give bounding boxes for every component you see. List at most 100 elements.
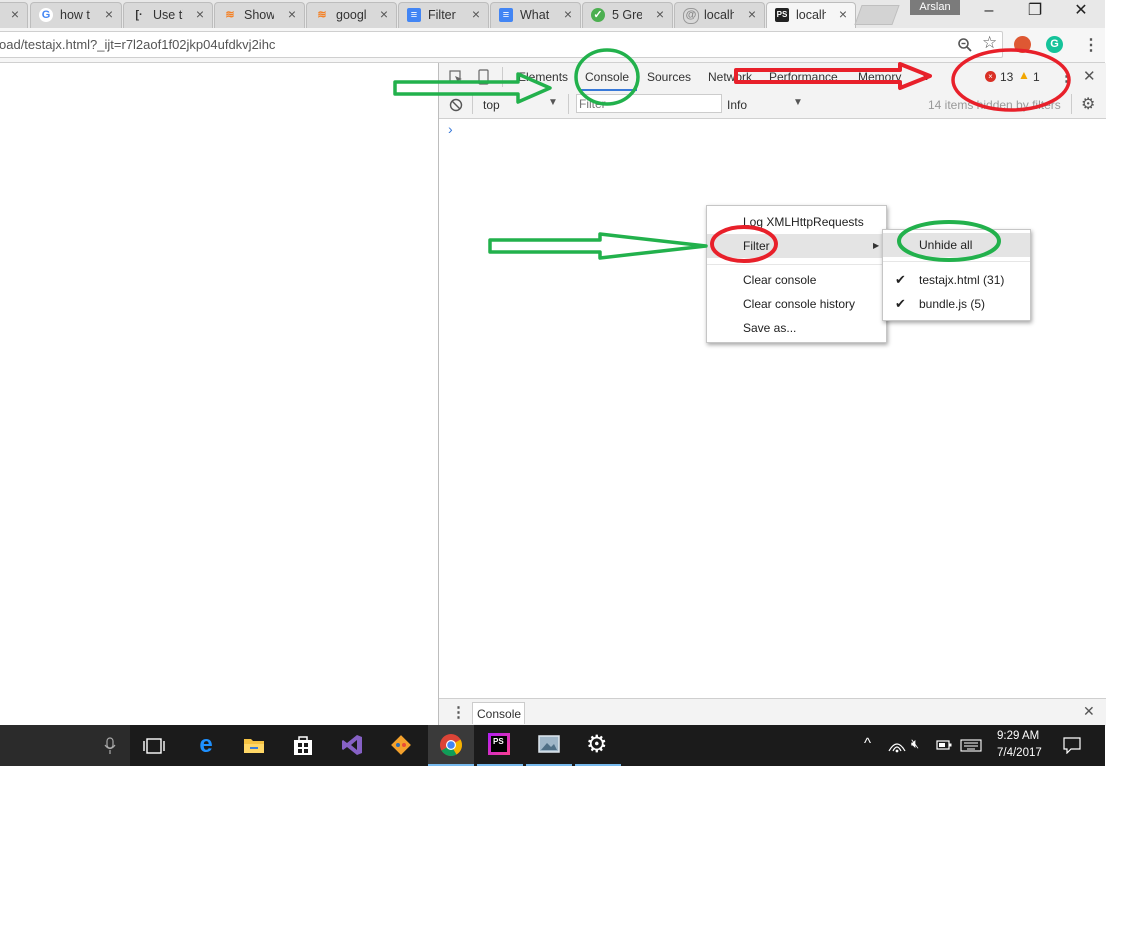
menu-item-label: testajx.html (31): [919, 273, 1005, 287]
close-icon[interactable]: ×: [472, 6, 480, 22]
zoom-icon[interactable]: [957, 37, 973, 53]
console-prompt[interactable]: ›: [448, 121, 453, 137]
context-select[interactable]: top: [483, 98, 500, 112]
tab-title: 5 Gre: [612, 8, 642, 22]
menu-item-filter[interactable]: Filter ▶: [707, 234, 886, 258]
level-select[interactable]: Info: [727, 98, 747, 112]
shield-icon: ✓: [591, 8, 605, 22]
tab-partial[interactable]: ×: [0, 2, 28, 28]
drawer-menu-icon[interactable]: ⋮: [451, 703, 466, 721]
divider: [472, 94, 473, 114]
submenu-item-testajx[interactable]: ✔ testajx.html (31): [883, 268, 1030, 292]
chevron-down-icon[interactable]: ▼: [793, 97, 803, 108]
menu-item-save-as[interactable]: Save as...: [707, 316, 886, 340]
grammarly-icon[interactable]: G: [1046, 36, 1063, 53]
close-icon[interactable]: ×: [748, 6, 756, 22]
task-view-icon[interactable]: [143, 738, 165, 754]
minimize-icon[interactable]: –: [966, 0, 1012, 24]
google-icon: G: [39, 8, 53, 22]
tab-title: Show: [244, 8, 274, 22]
browser-tab[interactable]: ≡ What ×: [490, 2, 581, 28]
profile-name[interactable]: Arslan: [910, 0, 960, 15]
browser-tab[interactable]: [· Use tl ×: [123, 2, 213, 28]
inspect-icon[interactable]: [449, 70, 463, 84]
git-icon[interactable]: [390, 734, 412, 756]
bracket-icon: [·: [135, 9, 143, 21]
browser-tab[interactable]: ≋ Show ×: [214, 2, 305, 28]
more-tabs-icon[interactable]: »: [922, 68, 930, 84]
volume-muted-icon[interactable]: 🔇︎: [911, 736, 919, 752]
device-toolbar-icon[interactable]: [477, 69, 491, 85]
checkmark-icon: ✔: [895, 296, 906, 311]
close-icon[interactable]: ×: [380, 6, 388, 22]
error-count[interactable]: 13: [1000, 70, 1013, 84]
photos-taskbar-button[interactable]: [526, 725, 572, 766]
close-devtools-icon[interactable]: ✕: [1083, 67, 1096, 85]
phpstorm-taskbar-button[interactable]: PS: [477, 725, 523, 766]
browser-tab[interactable]: ✓ 5 Gre ×: [582, 2, 673, 28]
notifications-icon[interactable]: [1063, 737, 1081, 754]
windows-taskbar: e PS ⚙ ^ 🔇︎ 9:29 AM 7/4/2017: [0, 725, 1105, 766]
browser-tab[interactable]: ≋ googl ×: [306, 2, 397, 28]
menu-item-clear-console[interactable]: Clear console: [707, 268, 886, 292]
tab-elements[interactable]: Elements: [518, 70, 568, 84]
menu-item-label: bundle.js (5): [919, 297, 986, 311]
drawer-tab-console[interactable]: Console: [472, 702, 525, 724]
duckduckgo-icon[interactable]: [1014, 36, 1031, 53]
warning-count[interactable]: 1: [1033, 70, 1040, 84]
restore-icon[interactable]: ❐: [1012, 0, 1058, 24]
close-icon[interactable]: ×: [196, 6, 204, 22]
close-icon[interactable]: ×: [105, 6, 113, 22]
submenu-item-unhide-all[interactable]: Unhide all: [883, 233, 1030, 257]
tab-console[interactable]: Console: [585, 70, 629, 84]
browser-tab[interactable]: ≡ Filter ×: [398, 2, 489, 28]
close-icon[interactable]: ×: [656, 6, 664, 22]
settings-gear-icon[interactable]: ⚙: [1081, 94, 1095, 114]
clear-console-icon[interactable]: [449, 98, 463, 112]
star-icon[interactable]: ☆: [982, 33, 997, 53]
close-icon[interactable]: ×: [564, 6, 572, 22]
tab-title: Filter: [428, 8, 456, 22]
wifi-icon[interactable]: [888, 739, 906, 753]
edge-icon[interactable]: e: [194, 731, 218, 758]
tab-memory[interactable]: Memory: [858, 70, 901, 84]
keyboard-icon[interactable]: [960, 739, 982, 752]
chrome-icon: [440, 734, 462, 756]
chrome-taskbar-button[interactable]: [428, 725, 474, 766]
store-icon[interactable]: [292, 734, 314, 756]
browser-tab[interactable]: @ localh ×: [674, 2, 765, 28]
console-toolbar: top ▼ Info ▼ 14 items hidden by filters …: [439, 91, 1106, 119]
battery-icon[interactable]: [936, 740, 952, 750]
close-icon[interactable]: ×: [11, 6, 19, 22]
microphone-icon[interactable]: [104, 737, 116, 755]
filter-input[interactable]: [576, 94, 722, 113]
chevron-up-icon[interactable]: ^: [864, 735, 871, 752]
submenu-item-bundle[interactable]: ✔ bundle.js (5): [883, 292, 1030, 316]
chrome-menu-icon[interactable]: ⋮: [1083, 35, 1099, 55]
tab-sources[interactable]: Sources: [647, 70, 691, 84]
close-window-icon[interactable]: ✕: [1058, 0, 1104, 24]
visual-studio-icon[interactable]: [341, 734, 363, 756]
close-drawer-icon[interactable]: ✕: [1083, 703, 1095, 720]
devtools-menu-icon[interactable]: ⋮: [1059, 67, 1074, 85]
browser-tab[interactable]: G how t ×: [30, 2, 122, 28]
menu-item-clear-history[interactable]: Clear console history: [707, 292, 886, 316]
menu-item-label: Save as...: [743, 321, 797, 335]
file-explorer-icon[interactable]: [243, 736, 265, 754]
close-icon[interactable]: ×: [288, 6, 296, 22]
close-icon[interactable]: ×: [839, 6, 847, 22]
chevron-down-icon[interactable]: ▼: [548, 97, 558, 108]
tab-network[interactable]: Network: [708, 70, 752, 84]
clock-time[interactable]: 9:29 AM: [997, 730, 1039, 742]
menu-item-log-xhr[interactable]: Log XMLHttpRequests: [707, 210, 886, 234]
settings-taskbar-button[interactable]: ⚙: [575, 725, 621, 766]
tab-performance[interactable]: Performance: [769, 70, 838, 84]
stackoverflow-icon: ≋: [225, 9, 235, 21]
error-icon: ×: [985, 71, 996, 82]
warning-icon: ▲: [1018, 68, 1030, 82]
browser-tab-active[interactable]: PS localh ×: [766, 2, 856, 28]
new-tab-button[interactable]: [854, 5, 900, 25]
address-bar[interactable]: oad/testajx.html?_ijt=r7l2aof1f02jkp04uf…: [0, 31, 1003, 58]
tab-title: localh: [796, 8, 826, 22]
clock-date[interactable]: 7/4/2017: [997, 747, 1042, 759]
